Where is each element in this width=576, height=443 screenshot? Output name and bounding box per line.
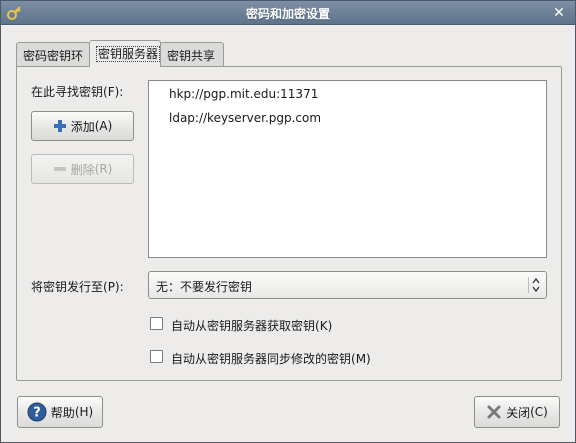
add-server-button[interactable]: 添加 (A): [31, 111, 134, 141]
publish-text: 将密钥发行至: [31, 280, 104, 294]
find-keys-label: 在此寻找密钥(F):: [31, 83, 123, 100]
auto-sync-label[interactable]: 自动从密钥服务器同步修改的密钥(M): [171, 350, 371, 367]
help-button[interactable]: ? 帮助 (H): [17, 396, 103, 428]
add-icon: [53, 119, 67, 133]
auto-sync-text: 自动从密钥服务器同步修改的密钥: [171, 352, 352, 366]
help-mnemonic: (H): [74, 405, 94, 419]
add-mnemonic: (A): [94, 119, 113, 133]
remove-icon: [53, 162, 67, 176]
tab-key-sharing[interactable]: 密钥共享: [160, 42, 224, 66]
auto-retrieve-text: 自动从密钥服务器获取密钥: [171, 319, 316, 333]
publish-selected-value: 无：不要发行密钥: [156, 280, 253, 294]
close-icon: [486, 404, 502, 420]
tab-key-servers[interactable]: 密钥服务器: [89, 40, 161, 67]
close-label: 关闭: [506, 405, 531, 420]
find-keys-colon: :: [119, 85, 124, 99]
tab-label: 密钥服务器: [96, 46, 161, 62]
publish-label: 将密钥发行至(P):: [31, 278, 124, 295]
help-icon: ?: [27, 402, 47, 422]
publish-colon: :: [119, 280, 124, 294]
auto-retrieve-mnemonic: (K): [315, 319, 333, 333]
titlebar[interactable]: 密码和加密设置 ✕: [1, 1, 575, 25]
auto-sync-checkbox[interactable]: [150, 350, 163, 363]
svg-text:?: ?: [33, 406, 41, 421]
find-keys-mnemonic: (F): [103, 85, 120, 99]
publish-mnemonic: (P): [103, 280, 120, 294]
remove-mnemonic: (R): [94, 162, 113, 176]
close-button[interactable]: 关闭 (C): [474, 396, 560, 428]
auto-sync-mnemonic: (M): [351, 352, 371, 366]
auto-retrieve-label[interactable]: 自动从密钥服务器获取密钥(K): [171, 317, 332, 334]
tab-password-keyrings[interactable]: 密码密钥环: [16, 42, 90, 66]
auto-retrieve-checkbox[interactable]: [150, 317, 163, 330]
list-item[interactable]: ldap://keyserver.pgp.com: [169, 111, 321, 125]
window-close-icon[interactable]: ✕: [551, 5, 567, 21]
help-label: 帮助: [50, 405, 75, 420]
close-mnemonic: (C): [530, 405, 548, 419]
add-label: 添加: [70, 119, 95, 134]
updown-arrows-icon: [528, 277, 540, 293]
list-item[interactable]: hkp://pgp.mit.edu:11371: [169, 87, 318, 101]
preferences-window: 密码和加密设置 ✕ 密码密钥环 密钥服务器 密钥共享 在此寻找密钥(F): 添加…: [0, 0, 576, 443]
key-server-list[interactable]: hkp://pgp.mit.edu:11371 ldap://keyserver…: [148, 80, 547, 258]
window-title: 密码和加密设置: [245, 7, 330, 21]
tab-label: 密钥共享: [167, 49, 216, 63]
publish-keys-select[interactable]: 无：不要发行密钥: [148, 271, 547, 299]
find-keys-text: 在此寻找密钥: [31, 85, 104, 99]
tab-label: 密码密钥环: [23, 49, 84, 63]
remove-label: 删除: [70, 162, 95, 177]
remove-server-button[interactable]: 删除 (R): [31, 154, 134, 184]
